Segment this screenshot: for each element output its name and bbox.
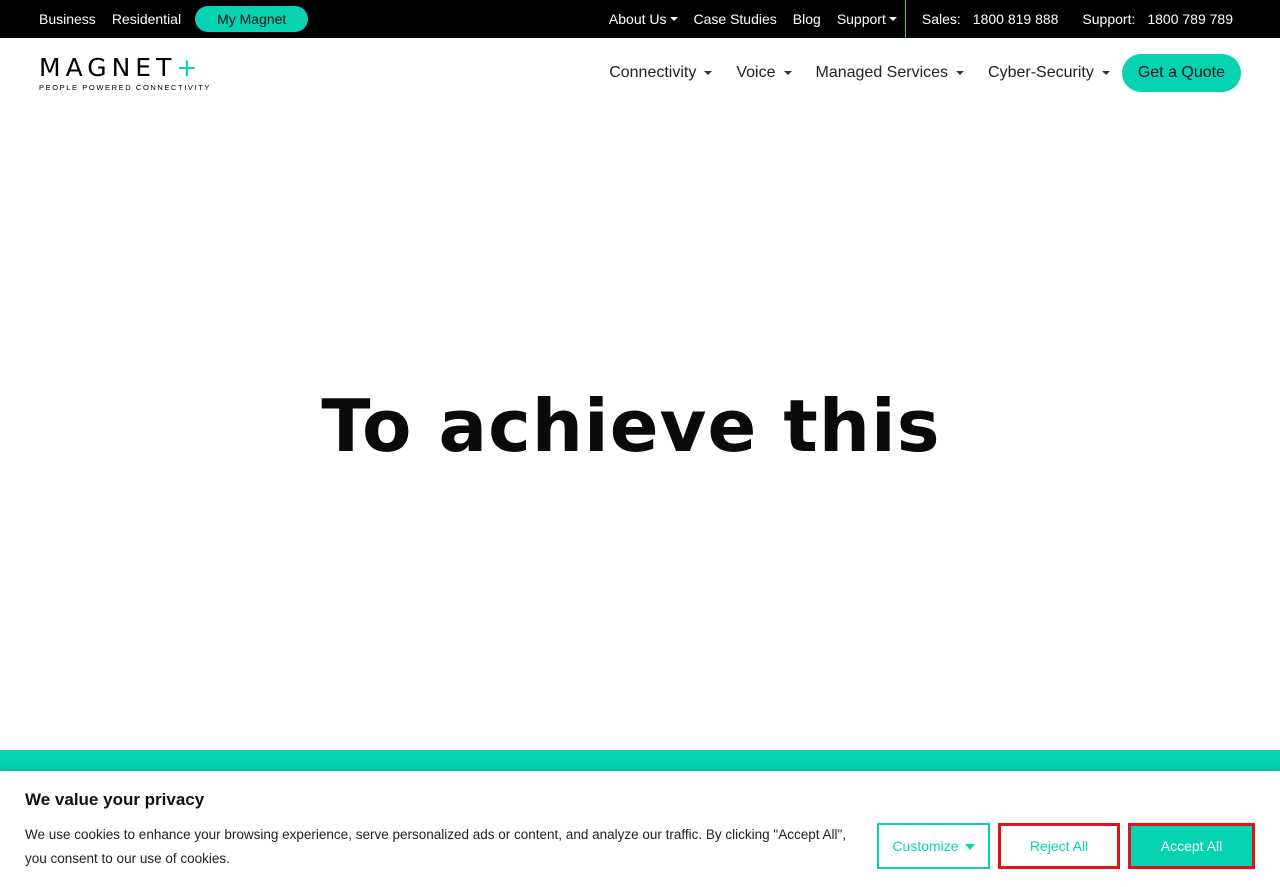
logo-wordmark: MAGNET+	[39, 53, 239, 82]
main-nav: Connectivity Voice Managed Services Cybe…	[585, 54, 1241, 92]
nav-cyber-security[interactable]: Cyber-Security	[988, 64, 1110, 82]
logo-plus: +	[176, 53, 203, 82]
sales-label: Sales:	[921, 11, 961, 27]
chevron-down-icon	[704, 71, 713, 75]
support-phone-link[interactable]: 1800 789 789	[1147, 11, 1233, 27]
chevron-down-icon	[783, 71, 792, 75]
logo-word: MAGNET	[39, 53, 177, 82]
top-bar-right: About Us Case Studies Blog Support Sales…	[593, 0, 1233, 38]
nav-connectivity[interactable]: Connectivity	[609, 64, 713, 82]
nav-cyber-security-label: Cyber-Security	[988, 64, 1094, 81]
residential-link[interactable]: Residential	[112, 11, 181, 27]
cookie-banner: We value your privacy We use cookies to …	[0, 771, 1280, 887]
cookie-body: We use cookies to enhance your browsing …	[25, 827, 847, 866]
support-label: Support	[836, 11, 886, 27]
hero-heading: To achieve this	[321, 384, 941, 468]
my-magnet-button[interactable]: My Magnet	[195, 6, 309, 32]
nav-connectivity-label: Connectivity	[609, 64, 697, 81]
cookie-title: We value your privacy	[25, 790, 205, 809]
caret-down-icon	[964, 844, 975, 850]
chevron-down-icon	[888, 17, 897, 21]
teal-section-band	[0, 750, 1280, 772]
chevron-down-icon	[1101, 71, 1110, 75]
top-bar-divider	[904, 0, 906, 38]
nav-voice[interactable]: Voice	[736, 64, 792, 82]
chevron-down-icon	[956, 71, 965, 75]
support-phone-label: Support:	[1082, 11, 1136, 27]
nav-managed-services-label: Managed Services	[815, 64, 949, 81]
case-studies-link[interactable]: Case Studies	[694, 11, 777, 27]
logo-tagline: PEOPLE POWERED CONNECTIVITY	[39, 83, 211, 92]
blog-link[interactable]: Blog	[793, 11, 821, 27]
chevron-down-icon	[669, 17, 678, 21]
main-header: MAGNET+ PEOPLE POWERED CONNECTIVITY Conn…	[0, 38, 1280, 110]
business-link[interactable]: Business	[39, 11, 96, 27]
support-contact: Support: 1800 789 789	[1082, 11, 1233, 27]
support-menu[interactable]: Support	[837, 11, 897, 27]
segment-links: Business Residential My Magnet	[39, 0, 309, 38]
nav-managed-services[interactable]: Managed Services	[816, 64, 965, 82]
get-a-quote-button[interactable]: Get a Quote	[1121, 54, 1241, 92]
about-us-label: About Us	[608, 11, 667, 27]
accept-all-button[interactable]: Accept All	[1128, 823, 1255, 869]
sales-contact: Sales: 1800 819 888	[922, 11, 1059, 27]
magnet-logo[interactable]: MAGNET+ PEOPLE POWERED CONNECTIVITY	[39, 53, 239, 96]
customize-label: Customize	[892, 838, 959, 854]
reject-all-button[interactable]: Reject All	[998, 823, 1120, 869]
about-us-menu[interactable]: About Us	[609, 11, 678, 27]
top-bar: Business Residential My Magnet About Us …	[0, 0, 1280, 38]
customize-button[interactable]: Customize	[877, 823, 990, 869]
nav-voice-label: Voice	[736, 64, 776, 81]
sales-phone-link[interactable]: 1800 819 888	[973, 11, 1059, 27]
